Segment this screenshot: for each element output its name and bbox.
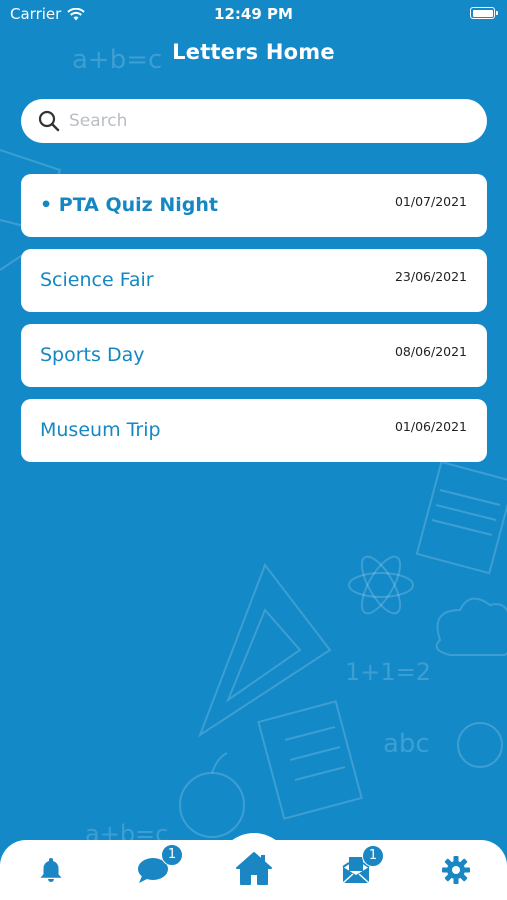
- tab-settings[interactable]: [436, 852, 476, 888]
- svg-text:1+1=2: 1+1=2: [345, 658, 431, 686]
- letters-badge: 1: [362, 845, 384, 867]
- tab-notifications[interactable]: [31, 852, 71, 888]
- page-title: Letters Home: [172, 40, 335, 64]
- letter-title: • PTA Quiz Night: [40, 194, 218, 216]
- svg-text:abc: abc: [383, 729, 430, 759]
- letter-title: Sports Day: [40, 344, 145, 366]
- gear-icon: [442, 856, 470, 884]
- tab-letters[interactable]: 1: [336, 845, 384, 888]
- battery-icon: [470, 7, 498, 19]
- tab-home[interactable]: [234, 850, 274, 886]
- status-time: 12:49 PM: [214, 5, 293, 23]
- letters-list: • PTA Quiz Night 01/07/2021 Science Fair…: [21, 174, 487, 474]
- messages-badge: 1: [161, 844, 183, 866]
- letter-date: 23/06/2021: [394, 269, 467, 284]
- home-icon: [236, 852, 272, 885]
- status-bar: Carrier 12:49 PM: [0, 0, 507, 28]
- letter-date: 01/07/2021: [394, 194, 467, 209]
- letter-date: 08/06/2021: [394, 344, 467, 359]
- letter-item-pta-quiz-night[interactable]: • PTA Quiz Night 01/07/2021: [21, 174, 487, 237]
- letter-title: Museum Trip: [40, 419, 161, 441]
- letter-item-science-fair[interactable]: Science Fair 23/06/2021: [21, 249, 487, 312]
- bell-icon: [40, 858, 62, 882]
- letter-date: 01/06/2021: [394, 419, 467, 434]
- unread-dot: •: [40, 194, 59, 216]
- letter-title-text: PTA Quiz Night: [58, 194, 218, 216]
- letter-item-museum-trip[interactable]: Museum Trip 01/06/2021: [21, 399, 487, 462]
- search-icon: [38, 110, 60, 132]
- letter-title: Science Fair: [40, 269, 154, 291]
- search-bar[interactable]: [21, 99, 487, 143]
- tab-messages[interactable]: 1: [133, 844, 183, 888]
- search-input[interactable]: [69, 111, 449, 131]
- letter-item-sports-day[interactable]: Sports Day 08/06/2021: [21, 324, 487, 387]
